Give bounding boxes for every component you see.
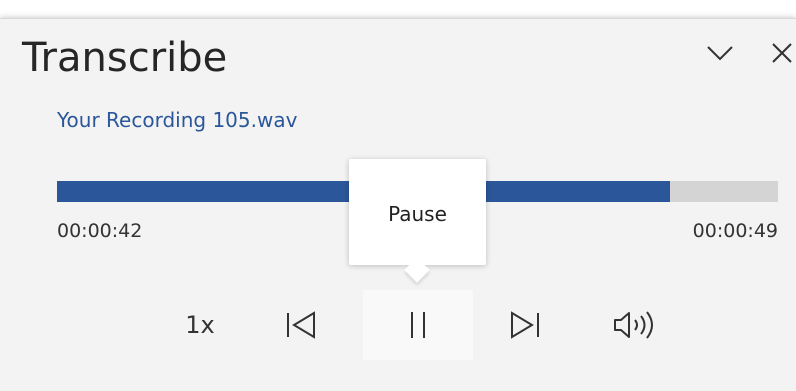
chevron-down-icon (707, 46, 733, 61)
tooltip-text: Pause (388, 202, 447, 226)
total-time: 00:00:49 (692, 220, 778, 242)
collapse-button[interactable] (700, 33, 740, 73)
pause-button[interactable] (363, 290, 473, 360)
pane-title: Transcribe (22, 35, 228, 81)
close-button[interactable] (762, 33, 796, 73)
volume-button[interactable] (605, 290, 665, 360)
pause-icon (411, 312, 425, 338)
playback-speed-button[interactable]: 1x (170, 290, 230, 360)
volume-icon (614, 311, 653, 339)
skip-previous-button[interactable] (276, 290, 326, 360)
current-time: 00:00:42 (57, 220, 143, 242)
transcribe-pane: Transcribe Your Recording 105.wav 00:00:… (0, 18, 796, 391)
recording-filename[interactable]: Your Recording 105.wav (57, 108, 297, 132)
skip-next-button[interactable] (500, 290, 550, 360)
close-icon (772, 43, 792, 63)
tooltip-arrow (404, 257, 430, 283)
pause-tooltip: Pause (349, 159, 486, 283)
skip-previous-icon (287, 311, 315, 339)
skip-next-icon (511, 311, 539, 339)
